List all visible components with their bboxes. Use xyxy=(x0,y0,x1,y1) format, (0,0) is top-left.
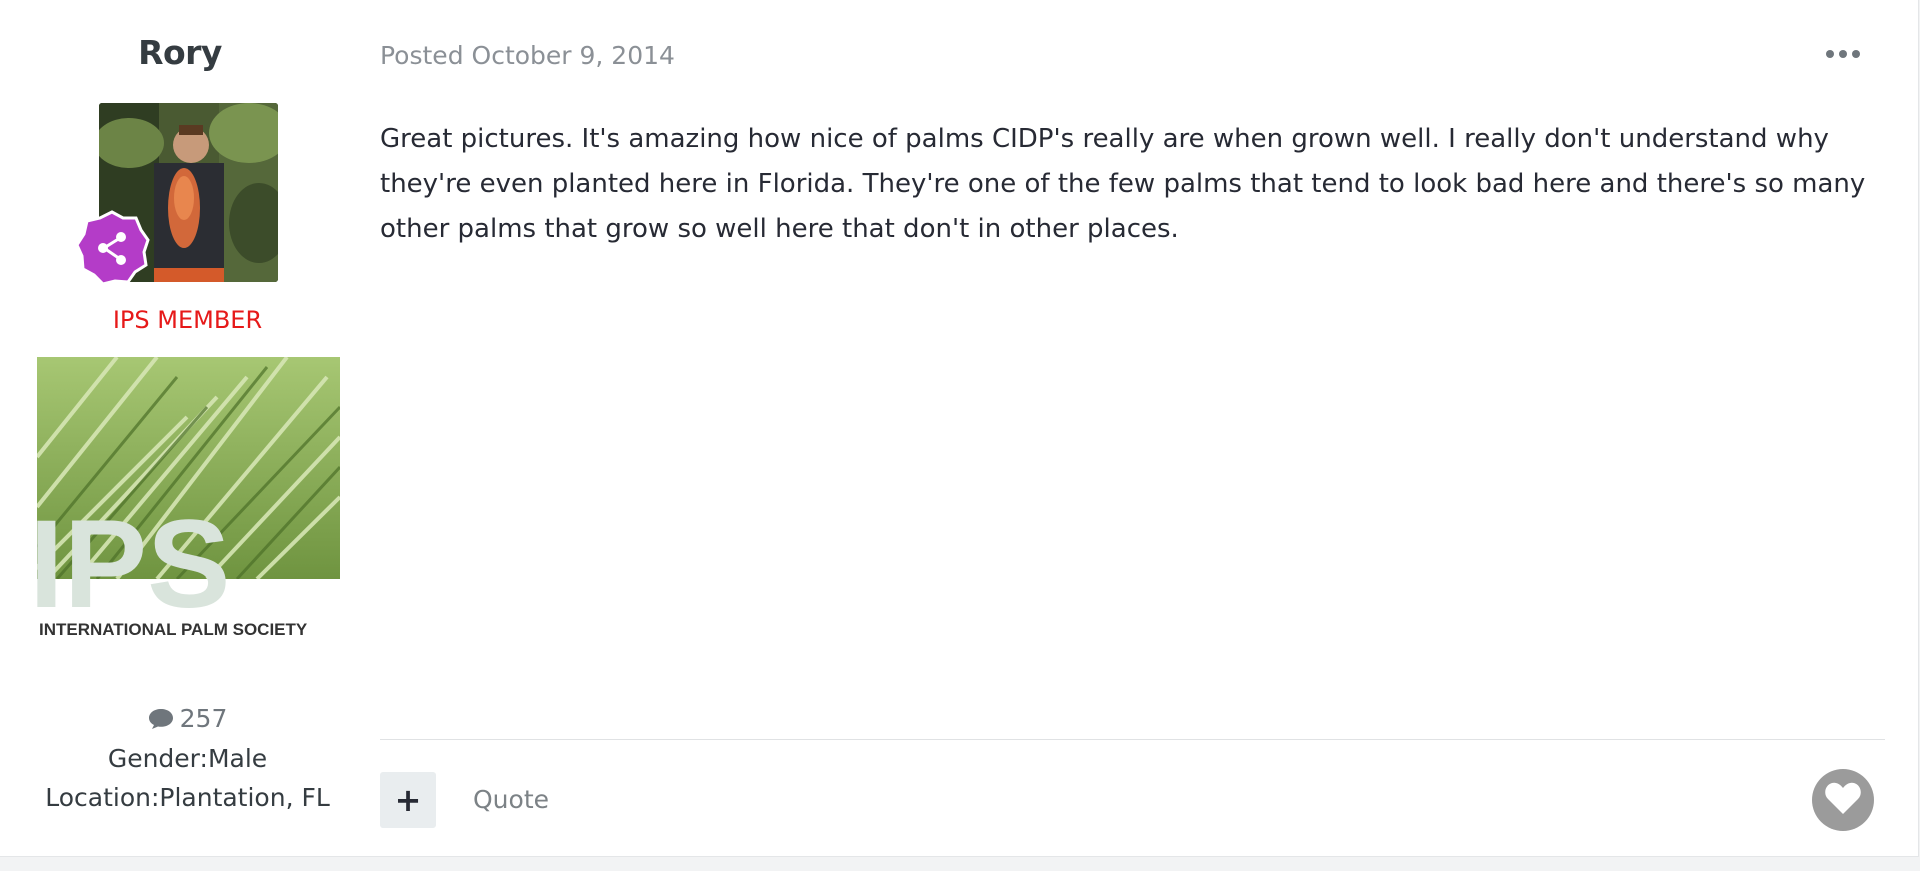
author-panel: Rory IPS MEMBER IPS INTERNATIONAL PALM S… xyxy=(0,0,375,857)
forum-post: Rory IPS MEMBER IPS INTERNATIONAL PALM S… xyxy=(0,0,1919,857)
group-logo-text: IPS xyxy=(37,495,230,634)
post-count: 257 xyxy=(0,704,375,736)
divider xyxy=(380,739,1885,740)
share-network-icon xyxy=(73,209,151,287)
group-logo-caption: INTERNATIONAL PALM SOCIETY xyxy=(39,620,308,637)
comment-icon xyxy=(148,707,174,736)
location-field: Location:Plantation, FL xyxy=(45,783,330,812)
posted-label: Posted xyxy=(380,41,464,70)
author-name[interactable]: Rory xyxy=(0,33,360,72)
add-button[interactable]: + xyxy=(380,772,436,828)
post-body: Great pictures. It's amazing how nice of… xyxy=(380,124,1866,244)
quote-button[interactable]: Quote xyxy=(473,785,549,814)
posted-date[interactable]: October 9, 2014 xyxy=(472,41,675,70)
like-button[interactable] xyxy=(1812,769,1874,831)
gender-field: Gender:Male xyxy=(107,744,268,773)
ellipsis-icon[interactable] xyxy=(1826,46,1862,62)
post-count-value: 257 xyxy=(179,704,228,733)
member-group-label: IPS MEMBER xyxy=(112,306,263,334)
group-logo-image: IPS INTERNATIONAL PALM SOCIETY xyxy=(37,357,340,637)
post-date: Posted October 9, 2014 xyxy=(380,41,675,70)
heart-icon xyxy=(1824,781,1862,819)
